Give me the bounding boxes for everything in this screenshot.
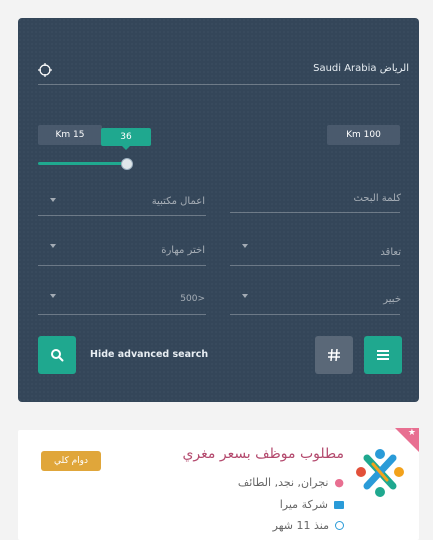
chevron-down-icon (242, 294, 248, 298)
list-view-button[interactable] (364, 336, 402, 374)
keyword-underline (230, 212, 400, 213)
category-select[interactable]: اعمال مكتبية (152, 196, 205, 207)
posted-time: منذ 11 شهر (272, 519, 329, 532)
salary-select[interactable]: 500> (180, 294, 205, 304)
clock-icon (335, 521, 344, 530)
experience-underline (230, 314, 400, 315)
slider-handle[interactable] (121, 158, 133, 170)
experience-select[interactable]: خبير (383, 294, 401, 305)
star-icon: ★ (407, 428, 416, 438)
search-panel: الرياض Saudi Arabia Km 15 36 Km 100 كلمة… (18, 18, 419, 402)
list-icon (377, 350, 389, 360)
hash-icon (328, 348, 340, 362)
job-location: نجران, نجد, الطائف (237, 476, 329, 489)
chevron-down-icon (242, 244, 248, 248)
skill-select[interactable]: اختر مهارة (161, 245, 205, 256)
company-logo (353, 446, 407, 502)
briefcase-icon (334, 500, 344, 509)
contract-select[interactable]: تعاقد (380, 247, 401, 258)
location-row: ● نجران, نجد, الطائف (238, 476, 344, 489)
skill-underline (38, 265, 206, 266)
chevron-down-icon (50, 198, 56, 202)
map-pin-icon: ● (334, 476, 344, 489)
chevron-down-icon (50, 294, 56, 298)
keyword-placeholder: كلمة البحث (353, 193, 401, 204)
posted-row: منذ 11 شهر (273, 519, 344, 532)
category-underline (38, 215, 206, 216)
keyword-input[interactable]: كلمة البحث (353, 193, 401, 204)
chevron-down-icon (50, 244, 56, 248)
slider-value-bubble: 36 (101, 128, 151, 150)
km-max-box: Km 100 (327, 125, 400, 145)
search-icon (51, 349, 64, 362)
job-type-badge: دوام كلي (41, 451, 101, 471)
company-row: شركة ميرا (280, 498, 344, 511)
location-underline (38, 84, 400, 85)
km-min-box: Km 15 (38, 125, 102, 145)
grid-view-button[interactable] (315, 336, 353, 374)
job-title[interactable]: مطلوب موظف بسعر مغري (182, 446, 344, 462)
salary-underline (38, 314, 206, 315)
job-card[interactable]: ★ مطلوب موظف بسعر مغري دوام كلي ● نجران,… (18, 428, 419, 540)
search-button[interactable] (38, 336, 76, 374)
slider-track[interactable] (38, 162, 126, 165)
location-input[interactable]: الرياض Saudi Arabia (313, 63, 409, 74)
company-name[interactable]: شركة ميرا (280, 498, 328, 511)
crosshair-icon[interactable] (38, 62, 52, 77)
advanced-search-toggle[interactable]: Hide advanced search (90, 349, 208, 360)
contract-underline (230, 265, 400, 266)
